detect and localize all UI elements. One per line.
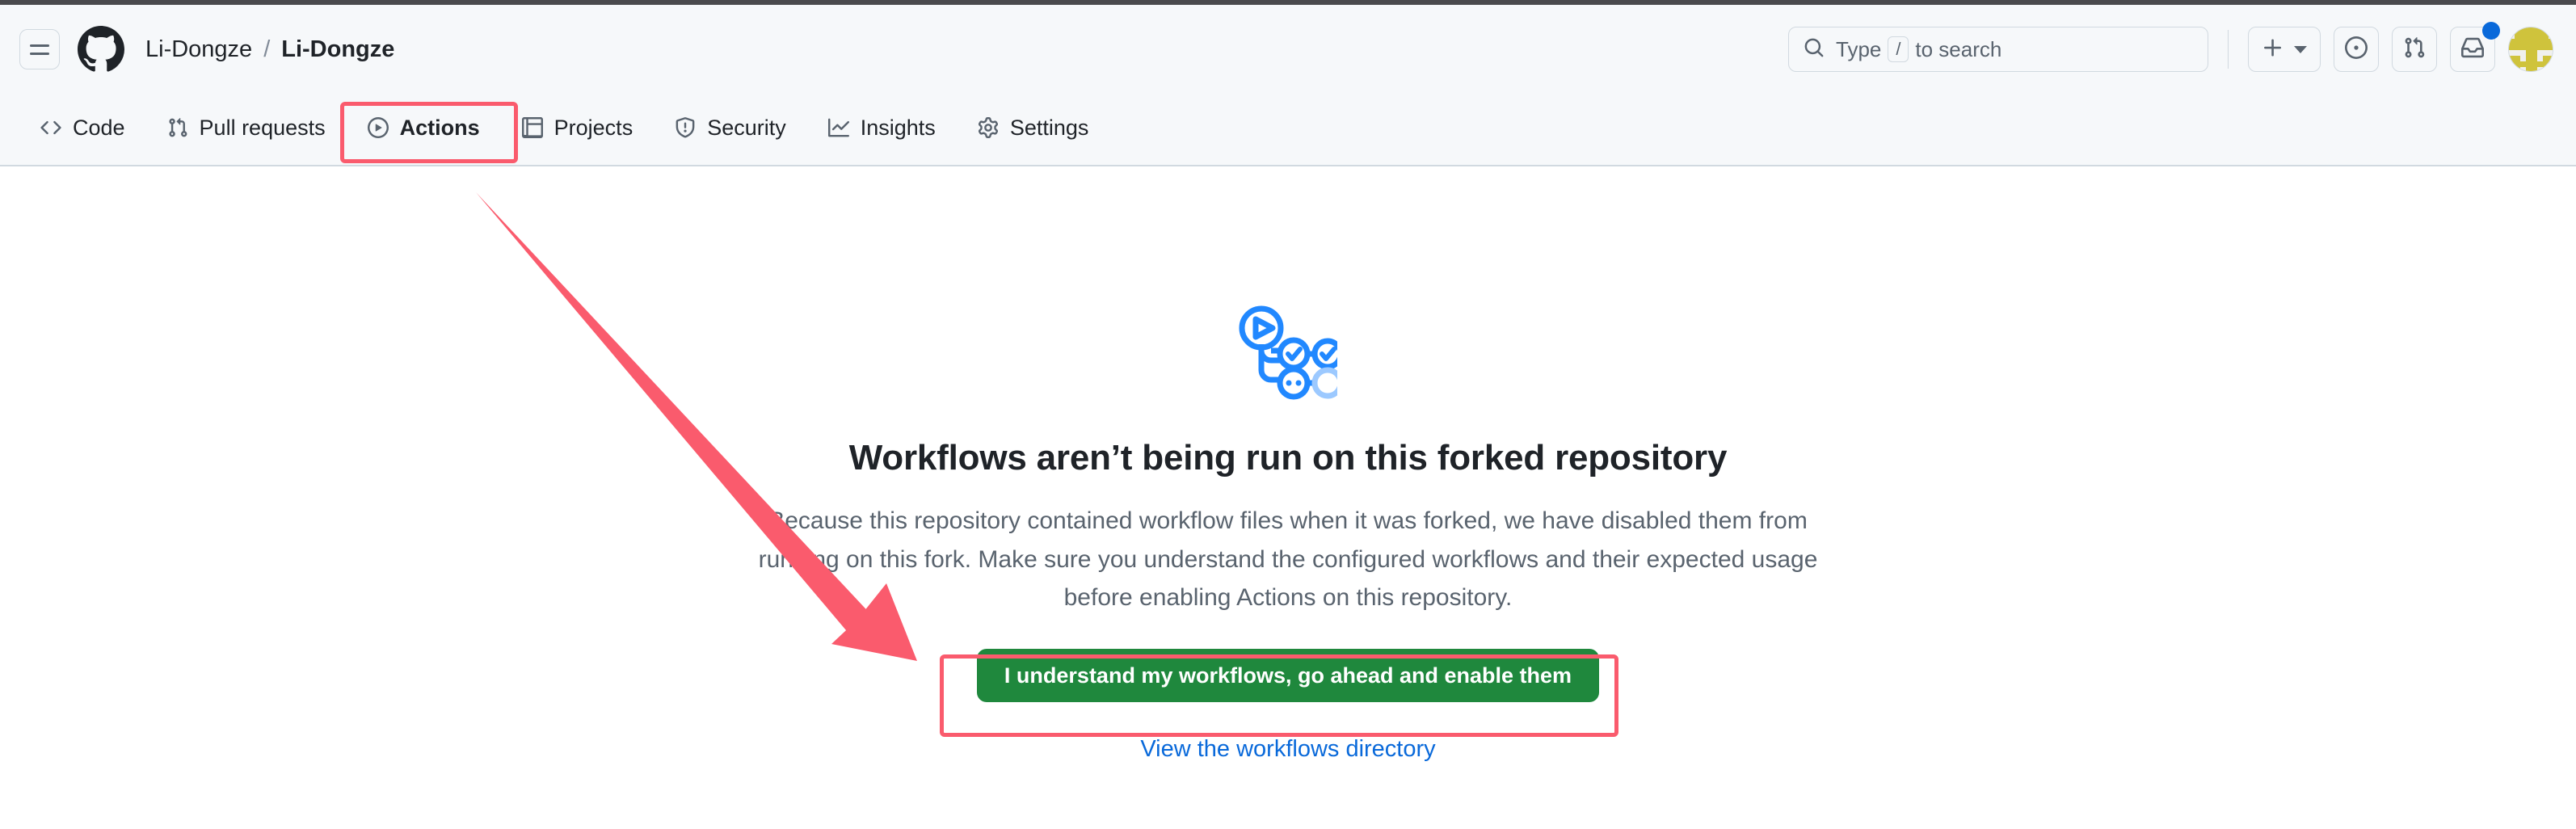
pull-requests-button[interactable]	[2392, 27, 2437, 72]
plus-icon	[2262, 36, 2284, 63]
tab-insights[interactable]: Insights	[807, 100, 957, 155]
page-title: Workflows aren’t being run on this forke…	[848, 438, 1728, 478]
inbox-icon	[2461, 36, 2484, 63]
workflow-graph-illustration	[714, 305, 1862, 401]
table-icon	[521, 117, 543, 138]
search-placeholder: Type / to search	[1836, 36, 2001, 62]
tab-label: Projects	[554, 115, 633, 140]
tab-label: Actions	[399, 115, 480, 140]
tab-security[interactable]: Security	[654, 100, 807, 155]
gear-icon	[978, 117, 999, 138]
breadcrumb: Li-Dongze / Li-Dongze	[145, 36, 394, 63]
user-avatar[interactable]	[2508, 27, 2553, 72]
search-input[interactable]: Type / to search	[1788, 27, 2208, 72]
actions-blankslate: Workflows aren’t being run on this forke…	[714, 305, 1862, 763]
tab-projects[interactable]: Projects	[501, 100, 655, 155]
play-circle-icon	[367, 117, 389, 138]
tab-code[interactable]: Code	[19, 100, 146, 155]
tab-label: Security	[707, 115, 786, 140]
search-icon	[1804, 37, 1825, 62]
shield-icon	[675, 117, 696, 138]
hamburger-bar	[30, 44, 49, 47]
notifications-button[interactable]	[2450, 22, 2500, 72]
create-new-button[interactable]	[2248, 27, 2321, 72]
header-divider	[2228, 30, 2229, 69]
search-suffix: to search	[1915, 36, 2002, 61]
code-icon	[40, 117, 61, 138]
main-content: Workflows aren’t being run on this forke…	[0, 168, 2576, 829]
tab-label: Settings	[1009, 115, 1089, 140]
breadcrumb-repo[interactable]: Li-Dongze	[281, 36, 394, 63]
issues-button[interactable]	[2334, 27, 2379, 72]
global-header: Li-Dongze / Li-Dongze Type / to search	[0, 5, 2576, 94]
hamburger-bar	[30, 52, 49, 55]
chevron-down-icon	[2294, 45, 2307, 53]
enable-workflows-button[interactable]: I understand my workflows, go ahead and …	[976, 649, 1600, 703]
search-prefix: Type	[1836, 36, 1882, 61]
header-actions: Type / to search	[1788, 22, 2553, 72]
view-workflows-directory-link[interactable]: View the workflows directory	[714, 736, 1862, 763]
git-pull-request-icon	[167, 117, 188, 138]
graph-icon	[827, 117, 849, 138]
slash-key-badge: /	[1888, 36, 1909, 62]
tab-settings[interactable]: Settings	[957, 100, 1110, 155]
tab-actions[interactable]: Actions	[347, 100, 501, 155]
issue-opened-icon	[2345, 36, 2368, 63]
git-pull-request-icon	[2403, 36, 2426, 63]
tab-label: Pull requests	[199, 115, 326, 140]
tab-label: Code	[73, 115, 125, 140]
tab-pull-requests[interactable]: Pull requests	[146, 100, 347, 155]
hamburger-menu-icon[interactable]	[19, 29, 60, 69]
github-logo-icon[interactable]	[78, 26, 124, 73]
breadcrumb-owner[interactable]: Li-Dongze	[145, 36, 252, 63]
blankslate-description: Because this repository contained workfl…	[758, 507, 1818, 611]
repo-navigation: Code Pull requests Actions Projects Secu…	[0, 94, 2576, 166]
unread-notification-dot	[2482, 22, 2500, 40]
tab-label: Insights	[860, 115, 936, 140]
breadcrumb-separator: /	[263, 36, 271, 62]
